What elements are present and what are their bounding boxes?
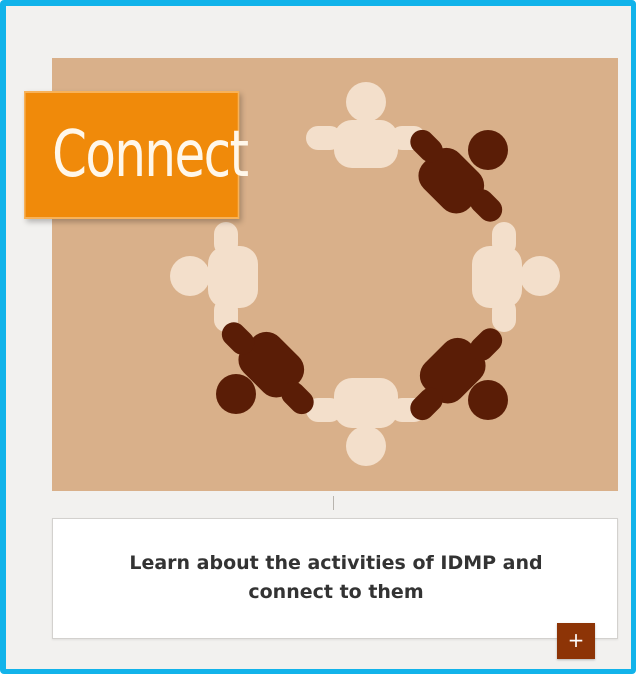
description-text: Learn about the activities of IDMP and c… (129, 552, 543, 603)
person-figure-bottom (306, 378, 426, 466)
expand-button[interactable]: + (557, 623, 595, 659)
divider-tick (333, 496, 334, 510)
person-figure-top (306, 82, 426, 168)
person-figure-left (170, 222, 258, 332)
description-card[interactable]: Learn about the activities of IDMP and c… (52, 518, 618, 639)
connect-badge: Connect (24, 91, 249, 219)
connect-badge-text: Connect (52, 118, 249, 192)
person-figure-right (472, 222, 560, 332)
